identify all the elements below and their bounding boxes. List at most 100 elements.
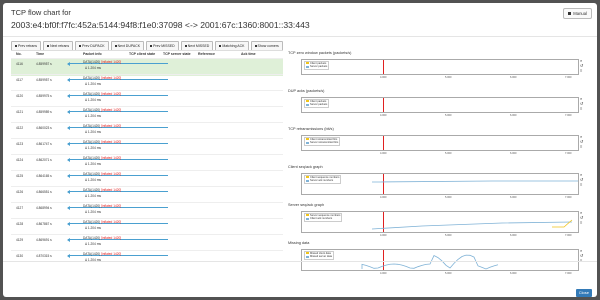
legend-label: Server retransmitted bits bbox=[310, 141, 339, 145]
packet-info: DATA(1420) [inflated 1420] bbox=[83, 92, 121, 96]
legend-label: Server packets bbox=[310, 103, 328, 107]
x-tick-label: 5.000 bbox=[445, 152, 452, 155]
packet-time: 4.869691 s bbox=[36, 238, 52, 242]
packet-time: 4.860023 s bbox=[36, 126, 52, 130]
packet-label: DATA(1420) bbox=[83, 60, 101, 64]
graph-title: Server seq/ack graph bbox=[288, 203, 325, 207]
packet-delta: Δ 1.204 ms bbox=[85, 210, 101, 214]
x-tick-label: 7.000 bbox=[565, 234, 572, 237]
dialog-title: TCP flow chart for bbox=[11, 8, 71, 17]
packet-delta: Δ 1.204 ms bbox=[85, 82, 101, 86]
packet-label: DATA(1420) bbox=[83, 92, 101, 96]
packet-info: DATA(1420) [inflated 1420] bbox=[83, 124, 121, 128]
graph-legend: Client packets Server packets bbox=[304, 61, 330, 70]
packet-flag: [inflated 1420] bbox=[101, 124, 122, 128]
book-icon bbox=[568, 12, 572, 16]
packet-flag: [inflated 1420] bbox=[101, 92, 122, 96]
graph-legend: Client retransmitted bits Server retransm… bbox=[304, 137, 341, 146]
packet-label: DATA(1420) bbox=[83, 204, 101, 208]
packet-flag: [inflated 1420] bbox=[101, 60, 122, 64]
graph-plot[interactable]: Client sequence numbers Server ack number… bbox=[301, 173, 579, 199]
close-button[interactable]: Close bbox=[575, 289, 592, 297]
menu-icon[interactable]: ≡ bbox=[580, 106, 583, 111]
menu-icon[interactable]: ≡ bbox=[580, 144, 583, 149]
x-tick-label: 4.000 bbox=[380, 76, 387, 79]
packet-label: DATA(1420) bbox=[83, 156, 101, 160]
legend-label: Server packets bbox=[310, 65, 328, 69]
column-header: Packet info bbox=[83, 52, 102, 56]
x-tick-label: 7.000 bbox=[565, 76, 572, 79]
packet-delta: Δ 1.204 ms bbox=[85, 114, 101, 118]
packet-number: 4123 bbox=[16, 142, 24, 146]
x-tick-label: 4.000 bbox=[380, 152, 387, 155]
packet-number: 4117 bbox=[16, 78, 23, 82]
packet-label: DATA(1420) bbox=[83, 140, 101, 144]
packet-info: DATA(1420) [inflated 1420] bbox=[83, 76, 121, 80]
legend-entry: Server packets bbox=[306, 103, 327, 106]
packet-number: 4130 bbox=[16, 254, 24, 258]
packet-number: 4121 bbox=[16, 110, 24, 114]
x-tick-label: 7.000 bbox=[565, 196, 572, 199]
graph-title: TCP zero window packets (packets/s) bbox=[288, 51, 352, 55]
legend-swatch bbox=[306, 138, 309, 141]
menu-icon[interactable]: ≡ bbox=[580, 220, 583, 225]
x-tick-label: 6.000 bbox=[510, 196, 517, 199]
graph-plot[interactable]: Client packets Server packets 4.000 5.000 6.… bbox=[301, 59, 579, 79]
menu-icon[interactable]: ≡ bbox=[580, 68, 583, 73]
current-packet-marker bbox=[383, 136, 384, 150]
packet-delta: Δ 1.204 ms bbox=[85, 194, 101, 198]
play-icon bbox=[150, 45, 153, 48]
packet-number: 4124 bbox=[16, 158, 24, 162]
table-header: No. Time Packet info TCP client state TCP se… bbox=[11, 51, 283, 58]
packet-info: DATA(1420) [inflated 1420] bbox=[83, 188, 121, 192]
dialog-subtitle: 2003:e4:bf0f:f7fc:452a:5144:94f8:f1e0:37… bbox=[11, 20, 310, 30]
packet-info: DATA(1420) [inflated 1420] bbox=[83, 220, 121, 224]
packet-number: 4127 bbox=[16, 206, 24, 210]
graph-plot[interactable]: Client retransmitted bits Server retransm… bbox=[301, 135, 579, 155]
play-icon bbox=[15, 45, 17, 48]
packet-number: 4116 bbox=[16, 62, 23, 66]
column-header: TCP server state bbox=[163, 52, 191, 56]
dialog-header: TCP flow chart for 2003:e4:bf0f:f7fc:452… bbox=[3, 3, 597, 37]
packet-time: 4.859957 s bbox=[36, 78, 52, 82]
play-icon bbox=[47, 45, 50, 48]
graph-plot[interactable]: Server sequence numbers Client ack number… bbox=[301, 211, 579, 237]
graph-title: DUP acks (packets/s) bbox=[288, 89, 325, 93]
x-tick-label: 6.000 bbox=[510, 114, 517, 117]
packet-time: 4.859957 s bbox=[36, 62, 52, 66]
graph-title: Missing data bbox=[288, 241, 310, 245]
graph-title: TCP retransmissions (bit/s) bbox=[288, 127, 334, 131]
current-packet-marker bbox=[383, 60, 384, 74]
x-tick-label: 4.000 bbox=[380, 196, 387, 199]
packet-delta: Δ 1.204 ms bbox=[85, 242, 101, 246]
link-icon bbox=[219, 45, 222, 48]
packet-number: 4128 bbox=[16, 222, 24, 226]
packet-label: DATA(1420) bbox=[83, 124, 101, 128]
packet-flag: [inflated 1420] bbox=[101, 156, 122, 160]
legend-swatch bbox=[306, 103, 309, 106]
graph-tools: ⌕ ↺ ≡ bbox=[580, 210, 583, 225]
graph-title: Client seq/ack graph bbox=[288, 165, 323, 169]
packet-info: DATA(1420) [inflated 1420] bbox=[83, 108, 121, 112]
graph-tools: ⌕ ↺ ≡ bbox=[580, 172, 583, 187]
packet-time: 4.864165 s bbox=[36, 174, 52, 178]
graph-plot[interactable]: Client packets Server packets 4.000 5.000 6.… bbox=[301, 97, 579, 117]
packet-flag: [inflated 1420] bbox=[101, 172, 122, 176]
flow-table: No. Time Packet info TCP client state TCP se… bbox=[11, 50, 283, 263]
packet-flag: [inflated 1420] bbox=[101, 204, 122, 208]
legend-swatch bbox=[306, 65, 309, 68]
column-header: Ack time bbox=[241, 52, 256, 56]
packet-label: DATA(1420) bbox=[83, 108, 101, 112]
packet-time: 4.862071 s bbox=[36, 158, 52, 162]
legend-swatch bbox=[306, 100, 309, 103]
legend-entry: Server retransmitted bits bbox=[306, 141, 338, 144]
packet-info: DATA(1420) [inflated 1420] bbox=[83, 140, 121, 144]
packet-number: 4129 bbox=[16, 238, 24, 242]
menu-icon[interactable]: ≡ bbox=[580, 182, 583, 187]
manual-button[interactable]: Manual bbox=[563, 8, 592, 19]
packet-flag: [inflated 1420] bbox=[101, 76, 122, 80]
packet-label: DATA(1420) bbox=[83, 76, 101, 80]
packet-info: DATA(1420) [inflated 1420] bbox=[83, 204, 121, 208]
x-tick-label: 4.000 bbox=[380, 114, 387, 117]
graph-legend: Client packets Server packets bbox=[304, 99, 330, 108]
